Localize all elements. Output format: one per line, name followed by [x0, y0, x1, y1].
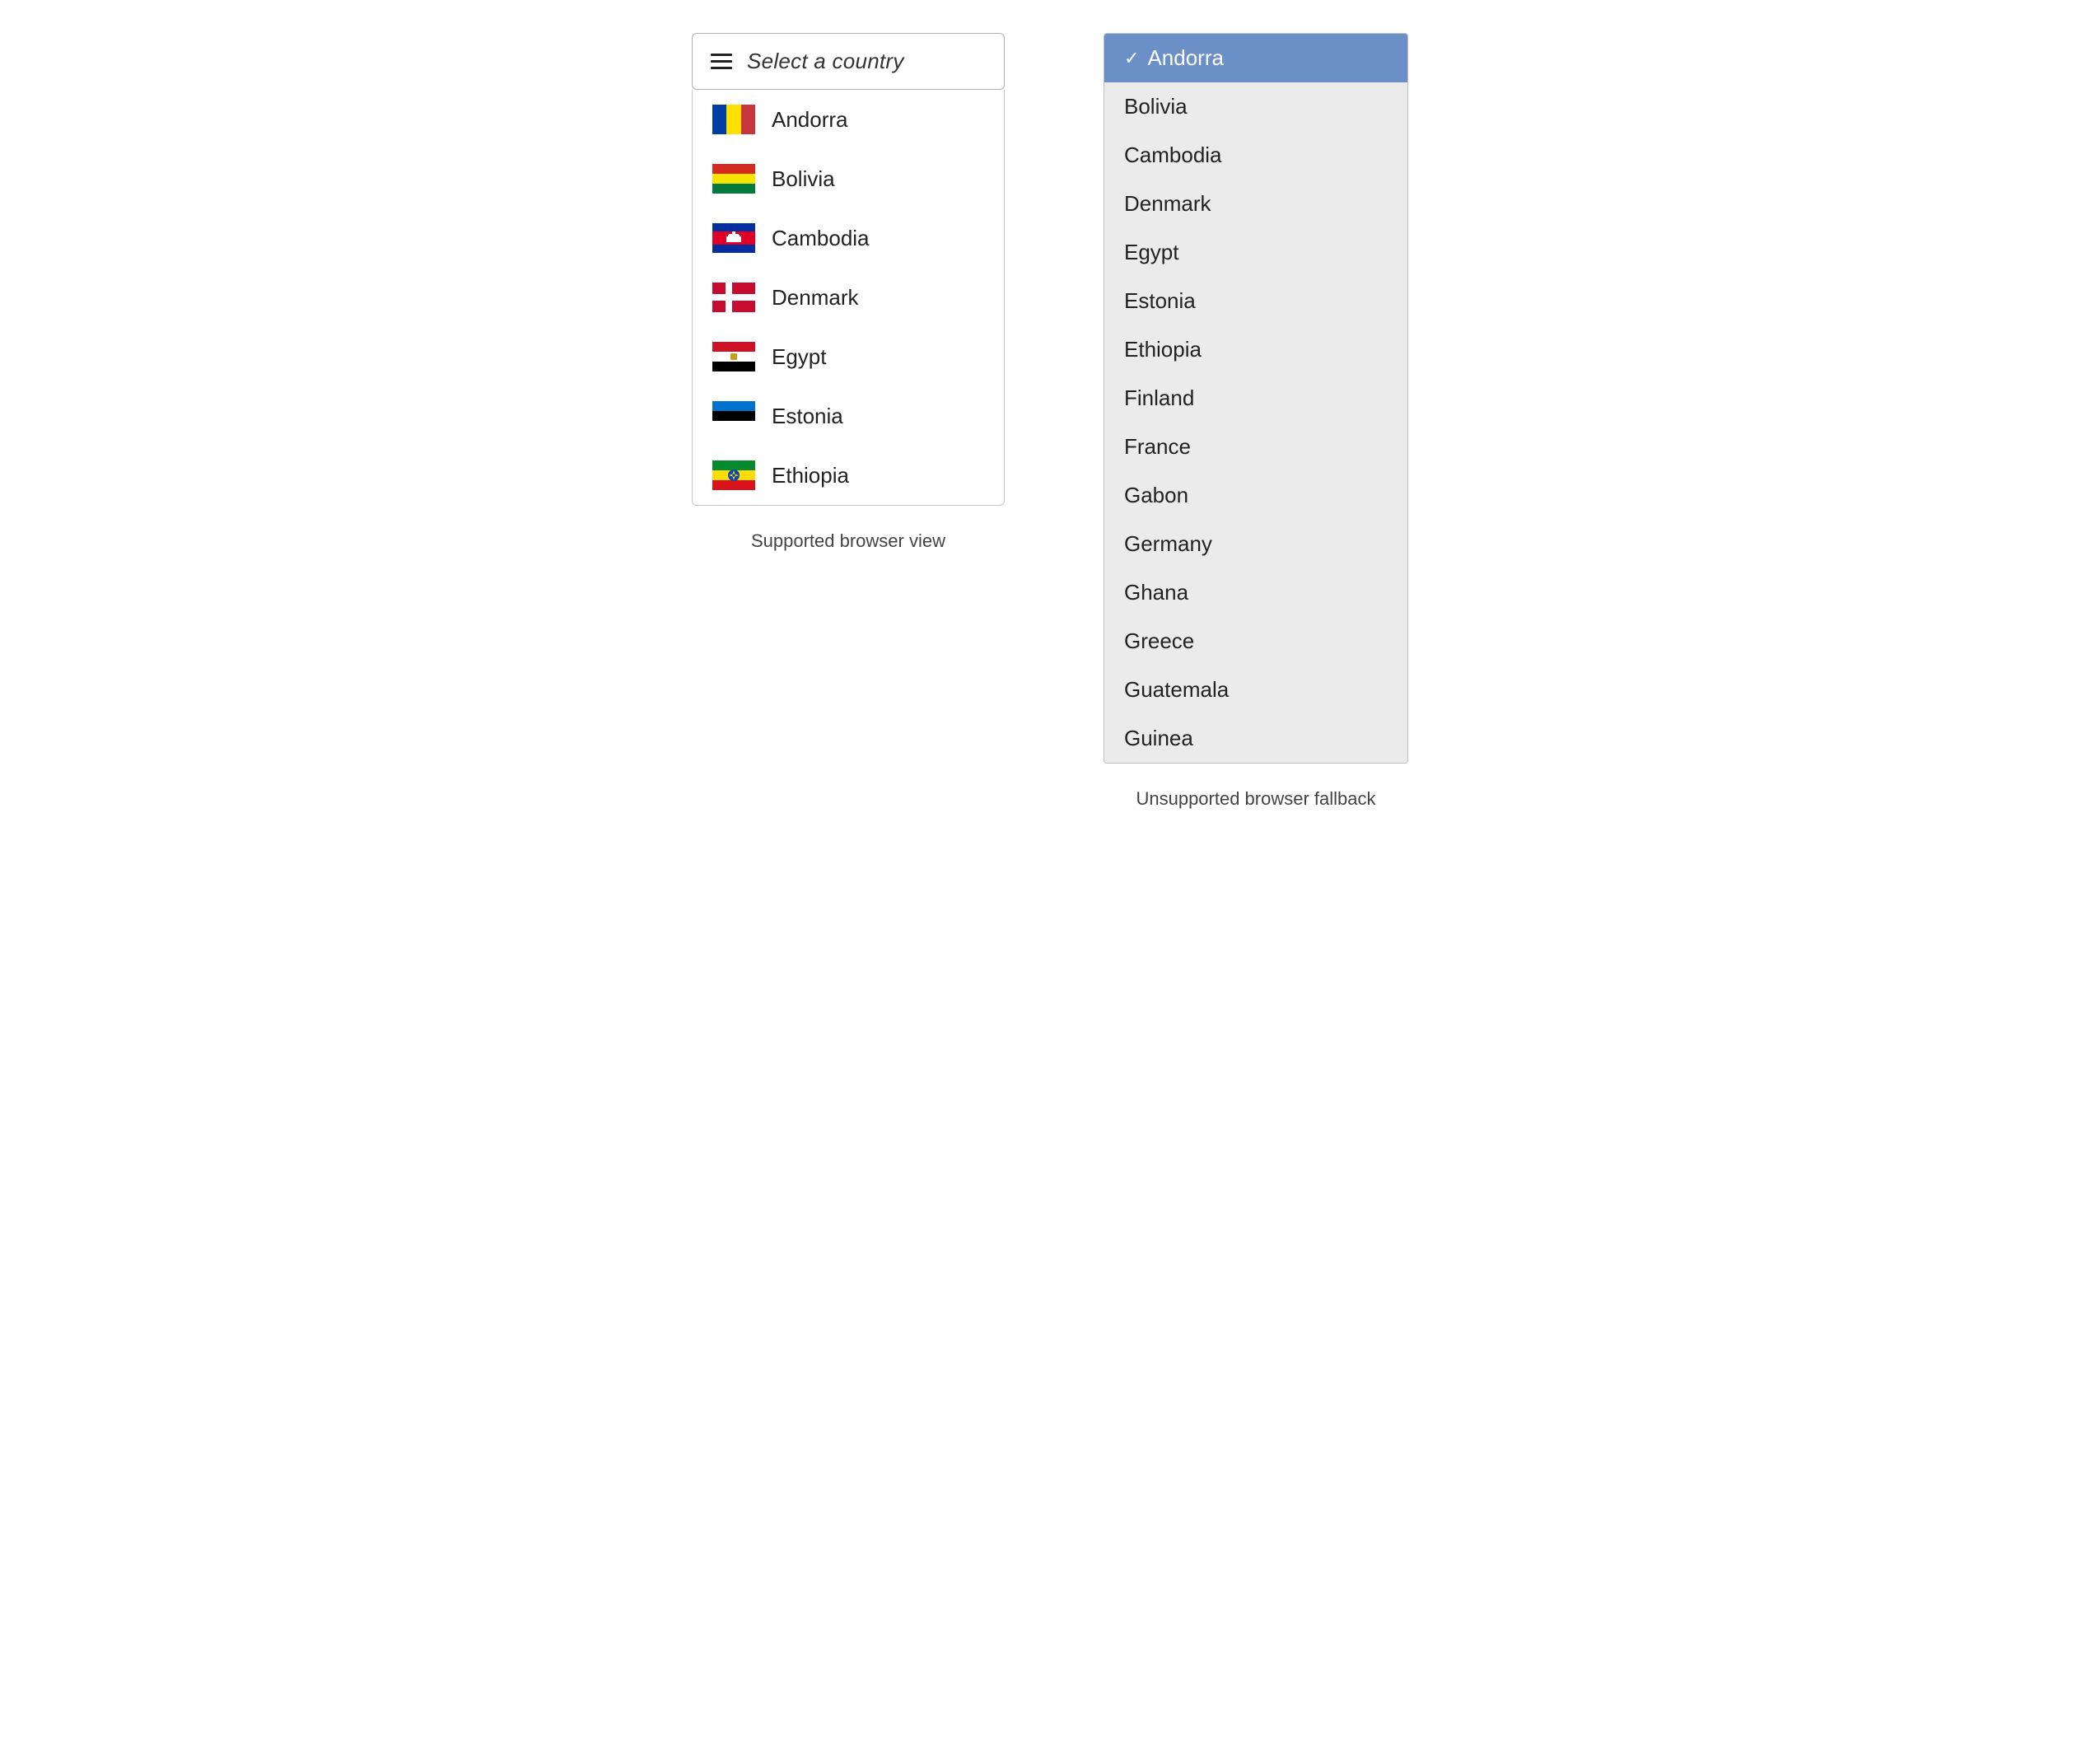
select-option-ghana[interactable]: Ghana: [1104, 568, 1407, 617]
page-container: Select a country Andorra: [556, 33, 1544, 810]
select-option-germany[interactable]: Germany: [1104, 520, 1407, 568]
select-option-denmark[interactable]: Denmark: [1104, 180, 1407, 228]
list-item[interactable]: Andorra: [693, 90, 1004, 149]
custom-dropdown: Andorra Bolivia: [692, 90, 1005, 506]
list-item[interactable]: Estonia: [693, 386, 1004, 446]
select-option-greece[interactable]: Greece: [1104, 617, 1407, 666]
flag-estonia: [712, 401, 755, 431]
flag-denmark: [712, 283, 755, 312]
country-label: Estonia: [772, 404, 843, 429]
select-option-gabon[interactable]: Gabon: [1104, 471, 1407, 520]
list-item[interactable]: Ethiopia: [693, 446, 1004, 505]
select-option-egypt[interactable]: Egypt: [1104, 228, 1407, 277]
left-caption: Supported browser view: [751, 530, 945, 552]
country-label: Cambodia: [772, 226, 870, 251]
flag-andorra: [712, 105, 755, 134]
flag-egypt: [712, 342, 755, 371]
right-panel: Andorra Bolivia Cambodia Denmark Egypt E…: [1104, 33, 1408, 810]
select-option-guatemala[interactable]: Guatemala: [1104, 666, 1407, 714]
dropdown-scroll-area[interactable]: Andorra Bolivia: [693, 90, 1004, 505]
select-option-france[interactable]: France: [1104, 423, 1407, 471]
country-label: Ethiopia: [772, 463, 849, 488]
flag-ethiopia: [712, 460, 755, 490]
select-option-estonia[interactable]: Estonia: [1104, 277, 1407, 325]
country-label: Egypt: [772, 344, 827, 370]
left-panel: Select a country Andorra: [692, 33, 1005, 552]
country-label: Denmark: [772, 285, 858, 311]
select-list[interactable]: Andorra Bolivia Cambodia Denmark Egypt E…: [1104, 33, 1408, 764]
select-option-finland[interactable]: Finland: [1104, 374, 1407, 423]
right-caption: Unsupported browser fallback: [1136, 788, 1375, 810]
country-label: Andorra: [772, 107, 848, 133]
flag-cambodia: [712, 223, 755, 253]
custom-select-trigger[interactable]: Select a country: [692, 33, 1005, 90]
select-option-guinea[interactable]: Guinea: [1104, 714, 1407, 763]
custom-select-wrapper: Select a country Andorra: [692, 33, 1005, 506]
list-item[interactable]: Egypt: [693, 327, 1004, 386]
select-option-cambodia[interactable]: Cambodia: [1104, 131, 1407, 180]
select-option-bolivia[interactable]: Bolivia: [1104, 82, 1407, 131]
country-label: Bolivia: [772, 166, 835, 192]
native-select-wrapper: Andorra Bolivia Cambodia Denmark Egypt E…: [1104, 33, 1408, 764]
select-option-andorra[interactable]: Andorra: [1104, 34, 1407, 82]
select-option-ethiopia[interactable]: Ethiopia: [1104, 325, 1407, 374]
trigger-label: Select a country: [747, 49, 904, 74]
hamburger-icon: [711, 54, 732, 69]
list-item[interactable]: Bolivia: [693, 149, 1004, 208]
flag-bolivia: [712, 164, 755, 194]
list-item[interactable]: Cambodia: [693, 208, 1004, 268]
list-item[interactable]: Denmark: [693, 268, 1004, 327]
